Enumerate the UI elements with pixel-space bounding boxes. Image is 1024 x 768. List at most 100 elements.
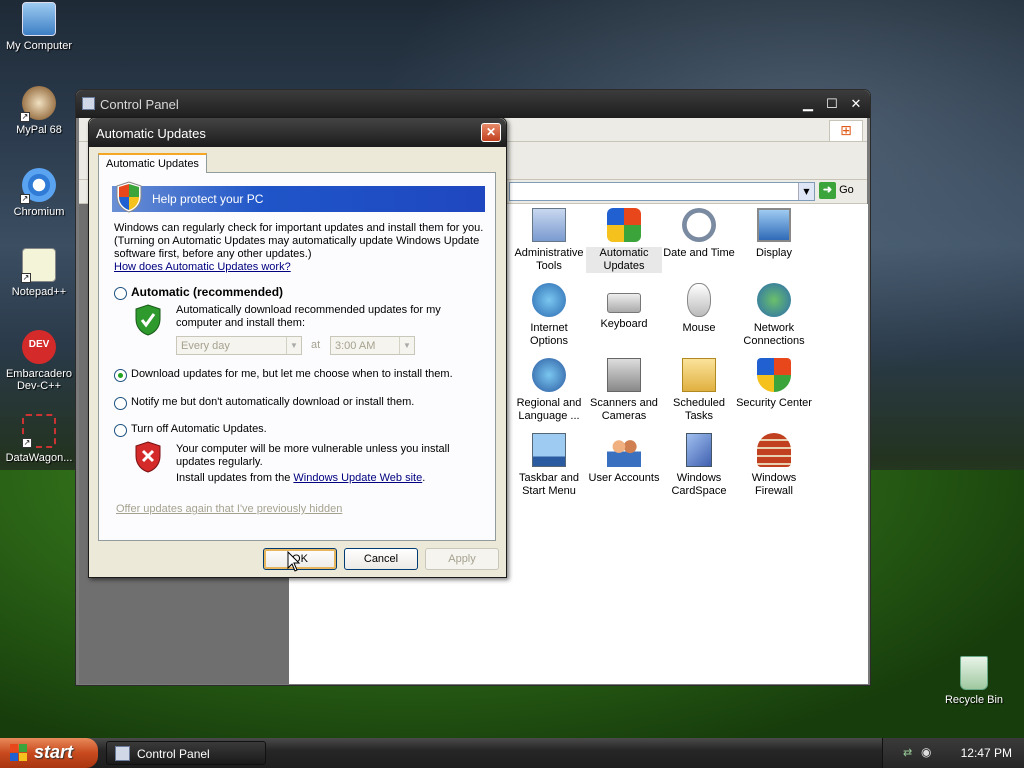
cp-item-label: Windows CardSpace — [671, 472, 727, 497]
cp-item-administrative-tools[interactable]: Administrative Tools — [511, 208, 587, 273]
start-button[interactable]: start — [0, 738, 98, 768]
automatic-option-description: Automatically download recommended updat… — [176, 304, 441, 329]
cp-item-label: Internet Options — [530, 322, 568, 347]
close-button[interactable]: ✕ — [846, 95, 866, 113]
network-tray-icon[interactable]: ⇄ — [903, 746, 912, 759]
frequency-value: Every day — [181, 340, 230, 352]
desktop-icon-my-computer[interactable]: My Computer — [0, 2, 78, 52]
automatic-updates-dialog: Automatic Updates ✕ Automatic Updates He… — [88, 117, 507, 578]
volume-tray-icon[interactable]: ◉ — [921, 745, 931, 759]
cp-item-label: Taskbar and Start Menu — [519, 472, 579, 497]
install-from-label: Install updates from the — [176, 472, 291, 484]
banner: Help protect your PC — [112, 181, 485, 213]
minimize-button[interactable]: ▁ — [798, 95, 818, 113]
cp-item-label: Security Center — [736, 397, 812, 409]
cp-item-label: Network Connections — [743, 322, 805, 347]
chevron-down-icon: ▼ — [286, 337, 301, 354]
cp-item-label: Automatic Updates — [586, 247, 662, 273]
desktop-icon-notepadpp[interactable]: ↗ Notepad++ — [0, 248, 78, 298]
off-warning-text: Your computer will be more vulnerable un… — [176, 443, 450, 468]
shortcut-arrow-icon: ↗ — [20, 194, 30, 204]
cp-item-display[interactable]: Display — [736, 208, 812, 260]
how-it-works-link[interactable]: How does Automatic Updates work? — [114, 261, 291, 274]
dialog-titlebar[interactable]: Automatic Updates ✕ — [89, 118, 506, 147]
offer-hidden-updates-link[interactable]: Offer updates again that I've previously… — [116, 503, 342, 516]
cp-item-network-connections[interactable]: Network Connections — [736, 283, 812, 348]
time-select[interactable]: 3:00 AM ▼ — [330, 336, 415, 355]
cp-item-taskbar-start-menu[interactable]: Taskbar and Start Menu — [511, 433, 587, 498]
go-arrow-icon: ➜ — [819, 182, 836, 199]
apply-button[interactable]: Apply — [425, 548, 499, 570]
at-label: at — [311, 339, 321, 351]
taskbar-item-control-panel[interactable]: Control Panel — [106, 741, 266, 765]
radio-off[interactable] — [114, 424, 127, 437]
control-panel-titlebar[interactable]: Control Panel ▁ ☐ ✕ — [76, 90, 870, 118]
desktop-icon-devcpp[interactable]: DEV Embarcadero Dev-C++ — [0, 330, 78, 392]
mypal-icon: ↗ — [20, 86, 56, 122]
cp-item-windows-firewall[interactable]: Windows Firewall — [736, 433, 812, 498]
desktop-icon-datawagon[interactable]: ↗ DataWagon... — [0, 414, 78, 464]
time-value: 3:00 AM — [335, 340, 376, 352]
cp-item-automatic-updates[interactable]: Automatic Updates — [586, 208, 662, 273]
cp-item-scanners-cameras[interactable]: Scanners and Cameras — [586, 358, 662, 423]
desktop-icon-recycle-bin[interactable]: Recycle Bin — [935, 656, 1013, 706]
cp-item-security-center[interactable]: Security Center — [736, 358, 812, 410]
go-label: Go — [839, 184, 854, 196]
cp-item-label: Date and Time — [663, 247, 735, 259]
download-option-label[interactable]: Download updates for me, but let me choo… — [131, 368, 453, 381]
radio-automatic[interactable] — [114, 287, 127, 300]
firewall-icon — [757, 433, 791, 467]
mouse-cursor-icon — [287, 551, 301, 572]
clock[interactable]: 12:47 PM — [961, 746, 1012, 760]
tab-automatic-updates[interactable]: Automatic Updates — [98, 153, 207, 173]
cp-item-label: Mouse — [682, 322, 716, 334]
cp-item-label: Scheduled Tasks — [673, 397, 725, 422]
radio-notify[interactable] — [114, 397, 127, 410]
period: . — [422, 472, 426, 484]
off-option-label[interactable]: Turn off Automatic Updates. — [131, 423, 267, 436]
cp-item-windows-cardspace[interactable]: Windows CardSpace — [661, 433, 737, 498]
tab-panel: Help protect your PC Windows can regular… — [98, 172, 496, 541]
security-shield-icon — [116, 181, 142, 213]
window-title: Control Panel — [100, 97, 179, 112]
shortcut-arrow-icon: ↗ — [20, 112, 30, 122]
shield-icon — [757, 358, 791, 392]
cp-item-mouse[interactable]: Mouse — [661, 283, 737, 335]
red-shield-x-icon — [135, 441, 161, 473]
go-button[interactable]: ➜ Go — [819, 182, 863, 201]
cp-item-date-time[interactable]: Date and Time — [661, 208, 737, 260]
devcpp-icon: DEV — [22, 330, 56, 364]
intro-text: Windows can regularly check for importan… — [114, 222, 484, 260]
maximize-button[interactable]: ☐ — [822, 95, 842, 113]
frequency-select[interactable]: Every day ▼ — [176, 336, 302, 355]
cp-item-keyboard[interactable]: Keyboard — [586, 283, 662, 331]
cp-item-label: Windows Firewall — [751, 472, 797, 497]
chevron-down-icon[interactable]: ▼ — [798, 183, 814, 200]
dialog-close-button[interactable]: ✕ — [481, 123, 501, 142]
desktop-icon-label: MyPal 68 — [16, 124, 62, 136]
automatic-option-label[interactable]: Automatic (recommended) — [131, 286, 283, 299]
scanner-icon — [607, 358, 641, 392]
recycle-bin-icon — [960, 656, 988, 690]
desktop-icon-chromium[interactable]: ↗ Chromium — [0, 168, 78, 218]
address-input[interactable]: ▼ — [509, 182, 815, 201]
cp-item-label: Display — [755, 247, 793, 259]
cp-item-internet-options[interactable]: Internet Options — [511, 283, 587, 348]
windows-update-link[interactable]: Windows Update Web site — [293, 472, 422, 484]
desktop-icon-mypal[interactable]: ↗ MyPal 68 — [0, 86, 78, 136]
start-label: start — [34, 742, 74, 762]
cancel-button[interactable]: Cancel — [344, 548, 418, 570]
desktop-icon-label: Chromium — [13, 206, 65, 218]
cp-item-scheduled-tasks[interactable]: Scheduled Tasks — [661, 358, 737, 423]
windows-logo-icon: ⊞ — [829, 120, 863, 142]
cp-item-label: Administrative Tools — [514, 247, 584, 272]
radio-download[interactable] — [114, 369, 127, 382]
users-icon — [607, 433, 641, 467]
cp-item-regional-language[interactable]: Regional and Language ... — [511, 358, 587, 423]
shortcut-arrow-icon: ↗ — [21, 273, 31, 283]
notify-option-label[interactable]: Notify me but don't automatically downlo… — [131, 396, 414, 409]
taskbar: start Control Panel ⇄ ◉ 12:47 PM — [0, 738, 1024, 768]
desktop-icon-label: Embarcadero Dev-C++ — [5, 368, 73, 392]
cp-item-user-accounts[interactable]: User Accounts — [586, 433, 662, 485]
clock-icon — [682, 208, 716, 242]
